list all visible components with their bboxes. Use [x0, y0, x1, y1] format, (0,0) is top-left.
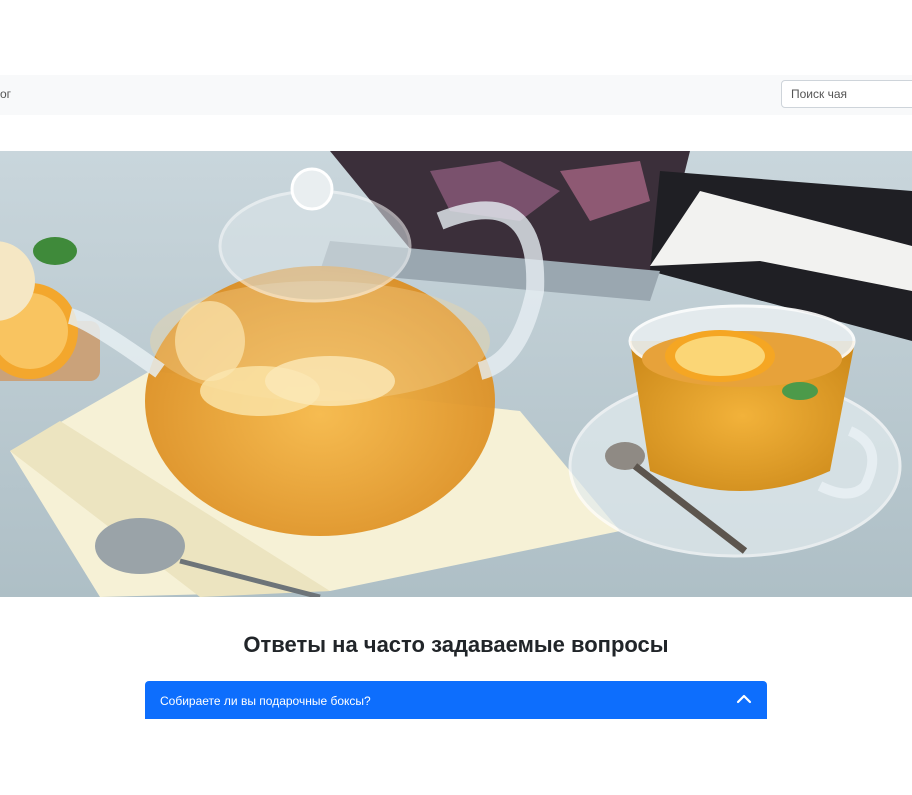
- chevron-up-icon[interactable]: [736, 691, 752, 707]
- navbar: ог: [0, 75, 912, 115]
- faq-question: Собираете ли вы подарочные боксы?: [160, 694, 371, 708]
- faq-accordion-item-gift-boxes[interactable]: Собираете ли вы подарочные боксы?: [145, 681, 767, 719]
- nav-link-catalog[interactable]: ог: [0, 87, 11, 101]
- faq-title: Ответы на часто задаваемые вопросы: [243, 632, 669, 657]
- hero-image: [0, 151, 912, 597]
- teapot-hero-illustration: [0, 151, 912, 597]
- search-input[interactable]: [781, 80, 912, 108]
